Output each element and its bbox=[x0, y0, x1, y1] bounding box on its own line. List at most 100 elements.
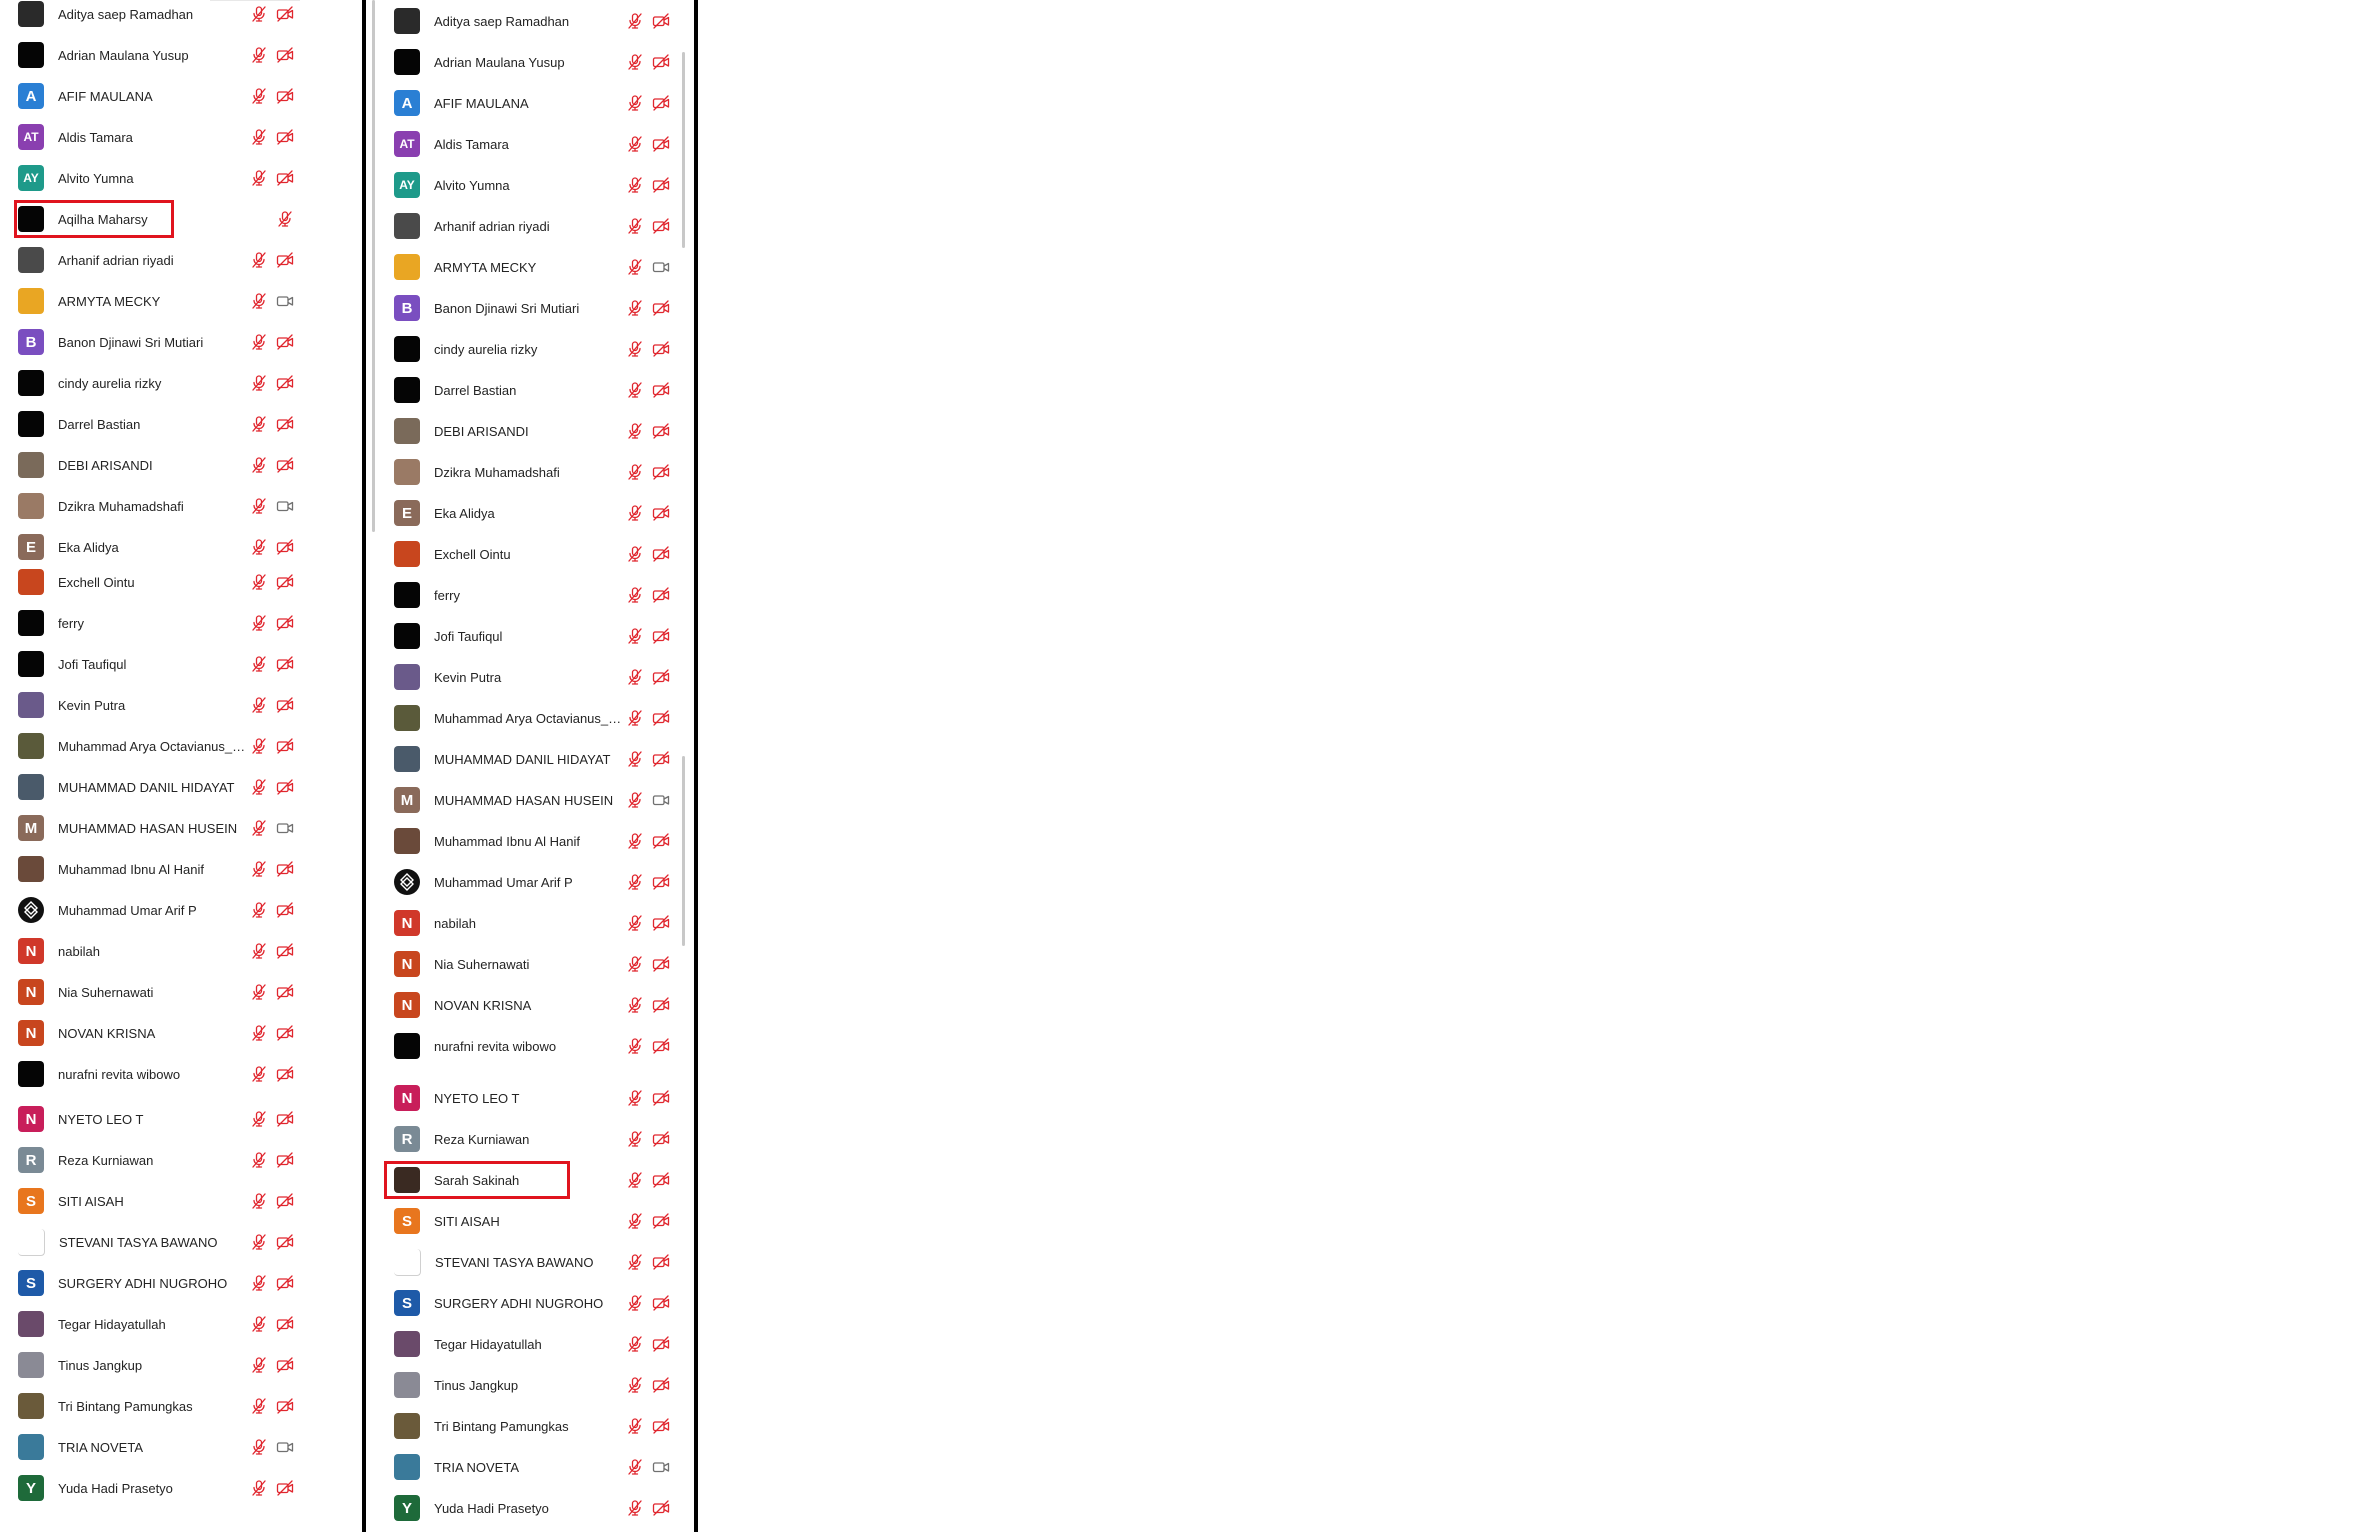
participant-row[interactable]: N Nia Suhernawati bbox=[0, 972, 360, 1012]
participant-row[interactable]: Y Yuda Hadi Prasetyo bbox=[372, 1488, 694, 1528]
participant-row[interactable]: S SURGERY ADHI NUGROHO bbox=[372, 1283, 694, 1323]
participant-row[interactable]: DEBI ARISANDI bbox=[0, 445, 360, 485]
mic-muted-icon[interactable] bbox=[626, 627, 644, 645]
video-off-icon[interactable] bbox=[276, 983, 294, 1001]
video-off-icon[interactable] bbox=[652, 299, 670, 317]
mic-muted-icon[interactable] bbox=[250, 169, 268, 187]
video-off-icon[interactable] bbox=[652, 422, 670, 440]
mic-muted-icon[interactable] bbox=[626, 668, 644, 686]
video-off-icon[interactable] bbox=[276, 415, 294, 433]
mic-muted-icon[interactable] bbox=[250, 1065, 268, 1083]
video-off-icon[interactable] bbox=[276, 573, 294, 591]
video-off-icon[interactable] bbox=[652, 94, 670, 112]
participant-row[interactable]: M MUHAMMAD HASAN HUSEIN bbox=[372, 780, 694, 820]
participant-row[interactable]: N NOVAN KRISNA bbox=[0, 1013, 360, 1053]
participant-row[interactable]: Muhammad Ibnu Al Hanif bbox=[0, 849, 360, 889]
video-off-icon[interactable] bbox=[652, 1294, 670, 1312]
participant-row[interactable]: N NYETO LEO T bbox=[372, 1078, 694, 1118]
participant-row[interactable]: E Eka Alidya bbox=[372, 493, 694, 533]
video-off-icon[interactable] bbox=[652, 1037, 670, 1055]
participant-row[interactable]: AY Alvito Yumna bbox=[0, 158, 360, 198]
participant-row[interactable]: Muhammad Arya Octavianus_J... bbox=[372, 698, 694, 738]
video-off-icon[interactable] bbox=[652, 135, 670, 153]
participant-row[interactable]: Nnabilah bbox=[372, 903, 694, 943]
participant-row[interactable]: Kevin Putra bbox=[372, 657, 694, 697]
mic-muted-icon[interactable] bbox=[250, 737, 268, 755]
participant-row[interactable]: Muhammad Arya Octavianus_J... bbox=[0, 726, 360, 766]
mic-muted-icon[interactable] bbox=[250, 983, 268, 1001]
participant-row[interactable]: Adrian Maulana Yusup bbox=[372, 42, 694, 82]
mic-muted-icon[interactable] bbox=[626, 176, 644, 194]
participant-row[interactable]: N NOVAN KRISNA bbox=[372, 985, 694, 1025]
participant-row[interactable]: Darrel Bastian bbox=[0, 404, 360, 444]
video-off-icon[interactable] bbox=[652, 709, 670, 727]
participant-row[interactable]: Muhammad Umar Arif P bbox=[372, 862, 694, 902]
mic-muted-icon[interactable] bbox=[250, 538, 268, 556]
mic-muted-icon[interactable] bbox=[250, 901, 268, 919]
video-off-icon[interactable] bbox=[276, 1356, 294, 1374]
video-off-icon[interactable] bbox=[276, 128, 294, 146]
mic-muted-icon[interactable] bbox=[626, 1458, 644, 1476]
participant-row[interactable]: Tri Bintang Pamungkas bbox=[372, 1406, 694, 1446]
participant-row[interactable]: Jofi Taufiqul bbox=[372, 616, 694, 656]
video-off-icon[interactable] bbox=[276, 655, 294, 673]
mic-muted-icon[interactable] bbox=[626, 1089, 644, 1107]
mic-muted-icon[interactable] bbox=[626, 1335, 644, 1353]
video-off-icon[interactable] bbox=[652, 340, 670, 358]
video-off-icon[interactable] bbox=[652, 1130, 670, 1148]
mic-muted-icon[interactable] bbox=[626, 1417, 644, 1435]
mic-muted-icon[interactable] bbox=[250, 778, 268, 796]
video-off-icon[interactable] bbox=[276, 1479, 294, 1497]
participant-row[interactable]: AT Aldis Tamara bbox=[0, 117, 360, 157]
participant-row[interactable]: Kevin Putra bbox=[0, 685, 360, 725]
mic-muted-icon[interactable] bbox=[250, 1192, 268, 1210]
mic-muted-icon[interactable] bbox=[626, 586, 644, 604]
participant-row[interactable]: MUHAMMAD DANIL HIDAYAT bbox=[372, 739, 694, 779]
video-on-icon[interactable] bbox=[652, 258, 670, 276]
participant-row[interactable]: TRIA NOVETA bbox=[372, 1447, 694, 1487]
mic-muted-icon[interactable] bbox=[626, 873, 644, 891]
mic-muted-icon[interactable] bbox=[626, 1253, 644, 1271]
video-off-icon[interactable] bbox=[652, 1253, 670, 1271]
mic-muted-icon[interactable] bbox=[250, 819, 268, 837]
mic-muted-icon[interactable] bbox=[626, 381, 644, 399]
video-off-icon[interactable] bbox=[652, 176, 670, 194]
mic-muted-icon[interactable] bbox=[250, 1479, 268, 1497]
video-on-icon[interactable] bbox=[276, 292, 294, 310]
participant-row[interactable]: nurafni revita wibowo bbox=[0, 1054, 360, 1094]
video-off-icon[interactable] bbox=[276, 1233, 294, 1251]
video-off-icon[interactable] bbox=[652, 832, 670, 850]
mic-muted-icon[interactable] bbox=[250, 614, 268, 632]
video-off-icon[interactable] bbox=[652, 1335, 670, 1353]
participant-row[interactable]: Tri Bintang Pamungkas bbox=[0, 1386, 360, 1426]
participant-row[interactable]: Muhammad Ibnu Al Hanif bbox=[372, 821, 694, 861]
video-off-icon[interactable] bbox=[276, 46, 294, 64]
video-off-icon[interactable] bbox=[652, 53, 670, 71]
video-off-icon[interactable] bbox=[276, 1110, 294, 1128]
video-on-icon[interactable] bbox=[652, 1458, 670, 1476]
participant-row[interactable]: AY Alvito Yumna bbox=[372, 165, 694, 205]
participant-row[interactable]: cindy aurelia rizky bbox=[0, 363, 360, 403]
participant-row[interactable]: Tegar Hidayatullah bbox=[0, 1304, 360, 1344]
participant-row[interactable]: M MUHAMMAD HASAN HUSEIN bbox=[0, 808, 360, 848]
mic-muted-icon[interactable] bbox=[250, 128, 268, 146]
mic-muted-icon[interactable] bbox=[626, 340, 644, 358]
participant-row[interactable]: E Eka Alidya bbox=[0, 527, 360, 567]
mic-muted-icon[interactable] bbox=[250, 374, 268, 392]
video-off-icon[interactable] bbox=[652, 1212, 670, 1230]
participant-row[interactable]: ARMYTA MECKY bbox=[372, 247, 694, 287]
mic-muted-icon[interactable] bbox=[626, 94, 644, 112]
mic-muted-icon[interactable] bbox=[626, 53, 644, 71]
mic-muted-icon[interactable] bbox=[250, 497, 268, 515]
participant-row[interactable]: N Nia Suhernawati bbox=[372, 944, 694, 984]
participant-row[interactable]: Muhammad Umar Arif P bbox=[0, 890, 360, 930]
participant-row[interactable]: B Banon Djinawi Sri Mutiari bbox=[372, 288, 694, 328]
mic-muted-icon[interactable] bbox=[250, 696, 268, 714]
mic-muted-icon[interactable] bbox=[626, 422, 644, 440]
mic-muted-icon[interactable] bbox=[626, 1376, 644, 1394]
video-off-icon[interactable] bbox=[652, 996, 670, 1014]
mic-muted-icon[interactable] bbox=[250, 333, 268, 351]
video-off-icon[interactable] bbox=[276, 1065, 294, 1083]
mic-muted-icon[interactable] bbox=[626, 1037, 644, 1055]
mic-muted-icon[interactable] bbox=[250, 1274, 268, 1292]
